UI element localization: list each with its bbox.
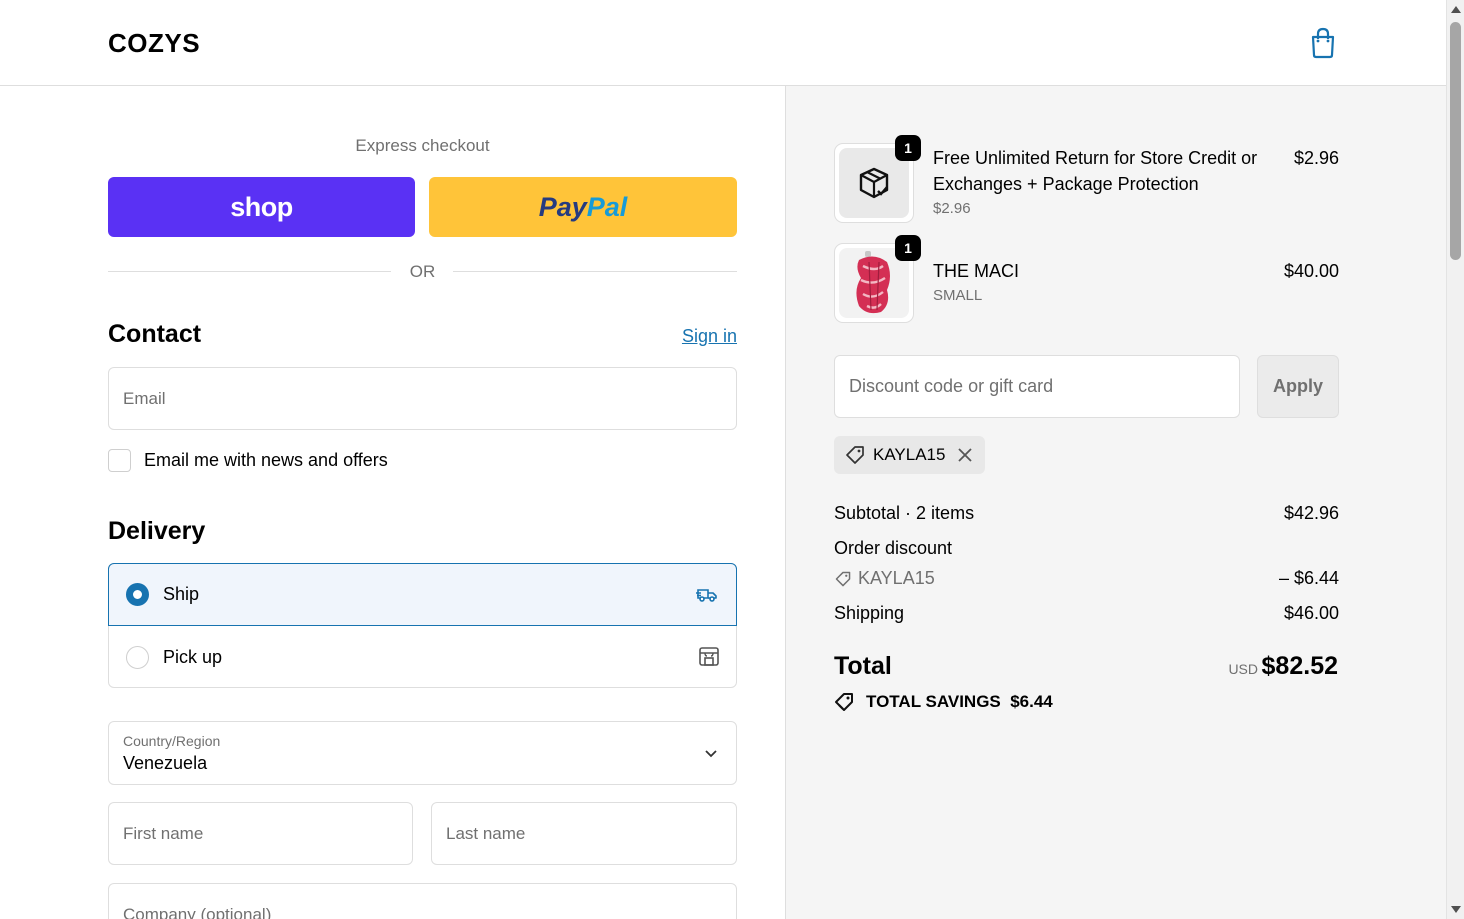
shipping-value: $46.00 — [1283, 603, 1339, 623]
total-value: $82.52 — [1261, 652, 1338, 680]
or-divider: OR — [108, 262, 737, 282]
brand-logo[interactable]: COZYS — [108, 28, 200, 59]
item-subtitle: SMALL — [933, 287, 983, 304]
contact-title: Contact — [108, 320, 202, 348]
discount-code-field[interactable] — [834, 355, 1240, 418]
pickup-radio[interactable] — [126, 645, 149, 669]
item-title: THE MACI — [933, 261, 1020, 281]
company-field[interactable] — [108, 883, 737, 919]
first-name-input[interactable] — [109, 803, 412, 864]
express-checkout-title: Express checkout — [355, 136, 490, 155]
ship-radio[interactable] — [126, 583, 149, 606]
country-value: Venezuela — [123, 753, 208, 773]
email-input[interactable] — [109, 368, 736, 429]
newsletter-checkbox[interactable] — [108, 449, 131, 472]
country-select[interactable]: Country/Region Venezuela — [108, 721, 737, 785]
tag-icon — [835, 571, 851, 586]
pickup-label: Pick up — [163, 646, 223, 667]
newsletter-option[interactable]: Email me with news and offers — [108, 449, 388, 472]
order-discount-code-row: KAYLA15 — [834, 568, 935, 589]
item-price: $2.96 — [1293, 148, 1339, 168]
applied-discount-code: KAYLA15 — [873, 445, 946, 464]
shipping-label: Shipping — [834, 603, 905, 623]
subtotal-row: Subtotal · 2 items $42.96 — [834, 503, 1339, 524]
quantity-badge: 1 — [895, 235, 921, 261]
first-name-field[interactable] — [108, 802, 413, 865]
item-subtitle: $2.96 — [933, 200, 971, 217]
scrollbar-thumb[interactable] — [1450, 22, 1461, 260]
total-savings: TOTAL SAVINGS $6.44 — [834, 691, 1053, 713]
item-title: Free Unlimited Return for Store Credit o… — [933, 148, 1258, 194]
applied-discount-tag: KAYLA15 — [834, 436, 986, 474]
subtotal-label: Subtotal · 2 items — [834, 503, 975, 523]
paypal-button[interactable]: Pay Pal — [429, 177, 737, 237]
total-currency: USD — [1228, 661, 1258, 677]
sign-in-link[interactable]: Sign in — [682, 326, 737, 347]
tag-icon — [846, 446, 864, 464]
total-label: Total — [834, 652, 892, 680]
shopping-bag-icon[interactable] — [1308, 27, 1338, 59]
delivery-method-group: Ship Pick up — [108, 563, 737, 688]
chevron-down-icon — [705, 750, 717, 758]
quantity-badge: 1 — [895, 135, 921, 161]
header: COZYS — [0, 0, 1446, 86]
order-discount-row: Order discount — [834, 538, 1339, 559]
shop-pay-button[interactable]: shop — [108, 177, 415, 237]
line-item: 1 THE MACI SMALL $40.00 — [834, 235, 1339, 323]
item-price: $40.00 — [1283, 261, 1339, 281]
savings-label: TOTAL SAVINGS — [866, 692, 1001, 711]
or-label: OR — [409, 262, 436, 281]
delivery-title: Delivery — [108, 517, 206, 545]
order-discount-code: KAYLA15 — [858, 568, 935, 588]
last-name-input[interactable] — [432, 803, 736, 864]
line-item: 1 Free Unlimited Return for Store Credit… — [834, 135, 1339, 223]
store-icon — [699, 647, 719, 666]
savings-tag-icon — [835, 693, 853, 711]
email-field[interactable] — [108, 367, 737, 430]
product-image — [856, 251, 890, 314]
apply-discount-button[interactable]: Apply — [1257, 355, 1339, 418]
subtotal-value: $42.96 — [1283, 503, 1339, 523]
delivery-option-ship[interactable]: Ship — [108, 563, 737, 626]
divider-line — [453, 271, 737, 272]
last-name-field[interactable] — [431, 802, 737, 865]
package-check-icon — [859, 167, 889, 199]
discount-code-input[interactable] — [835, 356, 1239, 417]
savings-value: $6.44 — [1010, 692, 1053, 711]
order-discount-label: Order discount — [834, 538, 953, 558]
page-scrollbar[interactable] — [1446, 0, 1464, 919]
shipping-row: Shipping $46.00 — [834, 603, 1339, 624]
close-icon[interactable] — [957, 447, 973, 463]
ship-label: Ship — [163, 584, 200, 604]
newsletter-label: Email me with news and offers — [144, 450, 388, 470]
delivery-option-pickup[interactable]: Pick up — [109, 626, 738, 688]
order-summary: 1 Free Unlimited Return for Store Credit… — [785, 86, 1446, 919]
country-label: Country/Region — [123, 733, 221, 749]
scroll-up-arrow[interactable] — [1451, 6, 1461, 13]
order-discount-value: – $6.44 — [1278, 568, 1339, 588]
scroll-down-arrow[interactable] — [1451, 906, 1461, 913]
paypal-logo-part1: Pay — [538, 191, 587, 222]
checkout-form: Express checkout shop Pay Pal OR Contact … — [0, 86, 785, 919]
company-input[interactable] — [109, 884, 736, 919]
paypal-logo-part2: Pal — [586, 191, 628, 222]
truck-icon — [696, 589, 717, 602]
